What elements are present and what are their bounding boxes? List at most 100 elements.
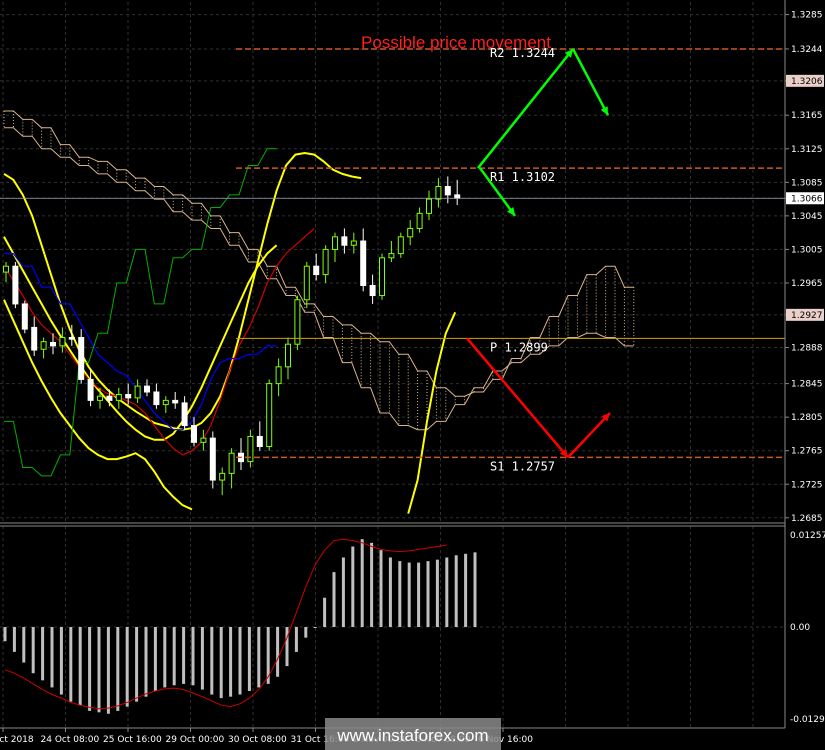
candle-body — [40, 341, 47, 350]
price-tick-label: 1.2805 — [791, 413, 823, 423]
time-tick-label: 23 Oct 2018 — [0, 735, 34, 745]
macd-bar — [360, 539, 364, 627]
candle-body — [106, 395, 113, 401]
time-tick-label: 29 Oct 00:00 — [166, 735, 225, 745]
watermark: www.instaforex.com — [325, 718, 501, 750]
price-tick-label: 1.3285 — [791, 11, 823, 21]
macd-bar — [116, 627, 120, 711]
candle-body — [125, 394, 132, 399]
macd-bar — [191, 627, 195, 686]
price-tick-label: 1.2927 — [791, 311, 823, 321]
macd-bar — [22, 627, 26, 663]
candle-body — [219, 472, 226, 481]
candle-body — [454, 194, 461, 199]
macd-bar — [144, 627, 148, 697]
macd-bar — [200, 627, 204, 690]
candle-body — [369, 284, 376, 297]
macd-bar — [398, 561, 402, 627]
macd-bar — [106, 627, 110, 714]
candle-body — [294, 299, 301, 345]
macd-bar — [31, 627, 35, 674]
candle-body — [303, 265, 310, 301]
macd-bar — [313, 627, 317, 628]
time-tick-label: 25 Oct 16:00 — [103, 735, 162, 745]
macd-bar — [210, 627, 214, 695]
candle-body — [68, 336, 75, 340]
candle-body — [416, 212, 423, 229]
candle-body — [275, 366, 282, 385]
macd-bar — [153, 627, 157, 691]
macd-bar — [88, 627, 92, 711]
candle-body — [78, 336, 85, 380]
macd-bar — [454, 555, 458, 627]
chart-background — [0, 0, 825, 750]
price-tick-label: 1.3244 — [791, 45, 823, 55]
macd-bar — [473, 552, 477, 627]
macd-bar — [304, 627, 308, 638]
level-label-P: P 1.2899 — [490, 340, 548, 354]
candle-body — [313, 265, 320, 276]
candle-body — [350, 240, 357, 246]
candle-body — [426, 198, 432, 214]
macd-bar — [294, 627, 298, 652]
macd-tick-label: 0.01257 — [790, 531, 825, 541]
candle-body — [379, 257, 385, 297]
price-tick-label: 1.3125 — [791, 145, 823, 155]
candle-body — [87, 378, 94, 401]
macd-bar — [3, 627, 7, 642]
macd-bar — [435, 559, 439, 627]
price-tick-label: 1.2765 — [791, 447, 823, 457]
candle-body — [50, 342, 56, 347]
watermark-text: www.instaforex.com — [336, 726, 488, 745]
macd-bar — [332, 572, 336, 627]
price-tick-label: 1.3005 — [791, 245, 823, 255]
macd-bar — [163, 627, 167, 688]
price-tick-label: 1.2845 — [791, 380, 823, 390]
candle-body — [191, 425, 197, 443]
macd-bar — [464, 553, 468, 627]
macd-bar — [445, 557, 449, 627]
candle-body — [162, 399, 169, 406]
macd-bar — [341, 557, 345, 627]
forex-chart: R2 1.3244R1 1.3102P 1.2899S1 1.2757 1.32… — [0, 0, 825, 750]
price-tick-label: 1.3085 — [791, 178, 823, 188]
macd-bar — [12, 627, 16, 652]
macd-bar — [229, 627, 233, 697]
macd-bar — [69, 627, 73, 702]
price-tick-label: 1.2965 — [791, 279, 823, 289]
price-tick-label: 1.3045 — [791, 212, 823, 222]
macd-bar — [41, 627, 45, 681]
candle-body — [200, 437, 207, 443]
time-tick-label: 30 Oct 08:00 — [228, 735, 287, 745]
macd-bar — [379, 550, 383, 627]
candle-body — [228, 452, 235, 474]
macd-bar — [351, 546, 355, 627]
macd-bar — [407, 562, 411, 627]
candle-body — [341, 236, 348, 246]
macd-bar — [59, 627, 63, 695]
macd-tick-label: 0.00 — [790, 623, 810, 633]
macd-bar — [78, 627, 82, 706]
candle-body — [397, 236, 404, 255]
price-tick-label: 1.3206 — [791, 77, 823, 87]
candle-body — [153, 391, 160, 406]
candle-body — [285, 343, 291, 368]
candle-body — [21, 303, 28, 330]
candle-body — [31, 326, 38, 351]
macd-tick-label: -0.01294 — [790, 715, 825, 725]
candle-body — [209, 437, 216, 481]
candle-body — [134, 385, 141, 399]
candle-body — [3, 265, 9, 273]
candle-body — [59, 336, 66, 347]
macd-bar — [426, 561, 430, 627]
candle-body — [388, 253, 395, 259]
level-label-R1: R1 1.3102 — [490, 170, 555, 184]
price-tick-label: 1.2685 — [791, 514, 823, 524]
macd-bar — [125, 627, 129, 707]
candle-body — [12, 265, 19, 305]
macd-bar — [247, 627, 251, 691]
level-label-S1: S1 1.2757 — [490, 459, 555, 473]
price-tick-label: 1.2888 — [791, 344, 823, 354]
candle-body — [407, 227, 414, 238]
price-tick-label: 1.3066 — [791, 194, 823, 204]
